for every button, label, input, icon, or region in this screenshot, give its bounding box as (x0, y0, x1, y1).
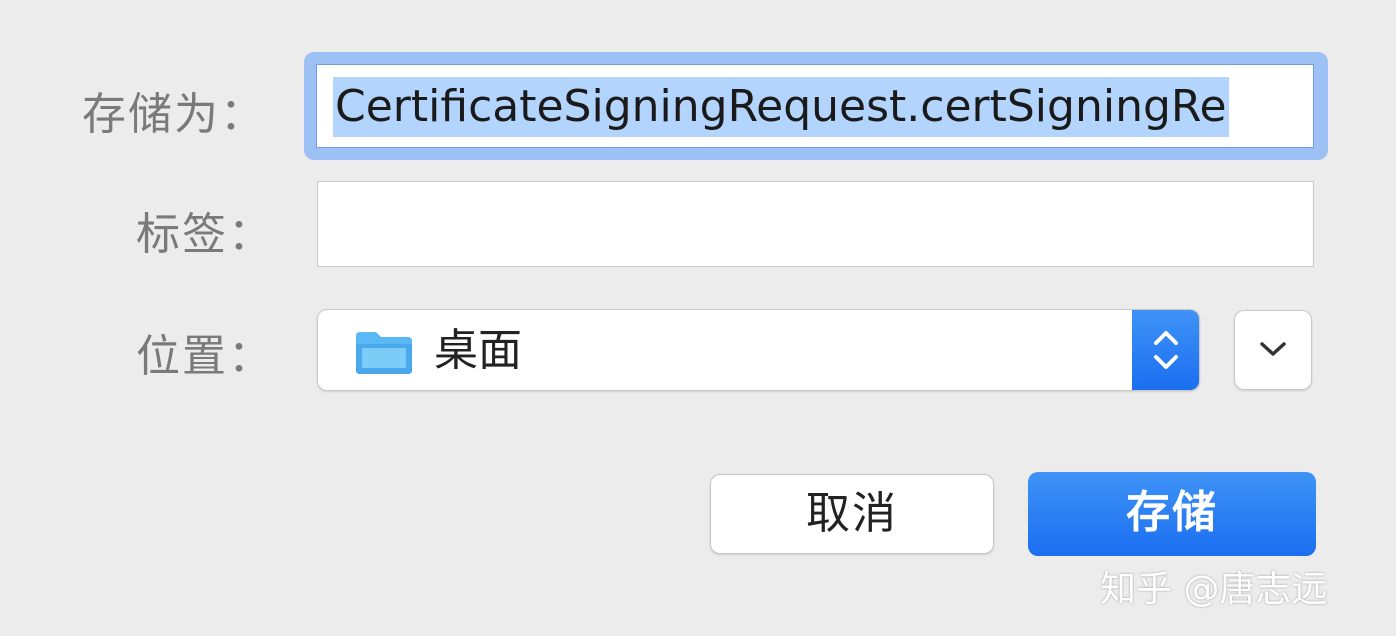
tags-input[interactable] (317, 181, 1314, 267)
location-popup[interactable]: 桌面 (317, 309, 1200, 391)
tags-label: 标签： (136, 209, 274, 260)
save-as-input[interactable]: CertificateSigningRequest.certSigningRe (316, 64, 1314, 148)
save-as-label: 存储为： (82, 89, 266, 140)
save-as-selected-text: CertificateSigningRequest.certSigningRe (333, 77, 1229, 137)
location-value: 桌面 (434, 325, 522, 376)
expand-dialog-button[interactable] (1234, 310, 1312, 390)
save-dialog: 存储为： CertificateSigningRequest.certSigni… (0, 0, 1396, 636)
watermark: 知乎 @唐志远 (1100, 569, 1328, 610)
save-button[interactable]: 存储 (1028, 472, 1316, 556)
cancel-button[interactable]: 取消 (710, 474, 994, 554)
location-label: 位置： (136, 331, 274, 382)
folder-icon (354, 328, 414, 376)
up-down-chevron-icon[interactable] (1132, 310, 1199, 390)
